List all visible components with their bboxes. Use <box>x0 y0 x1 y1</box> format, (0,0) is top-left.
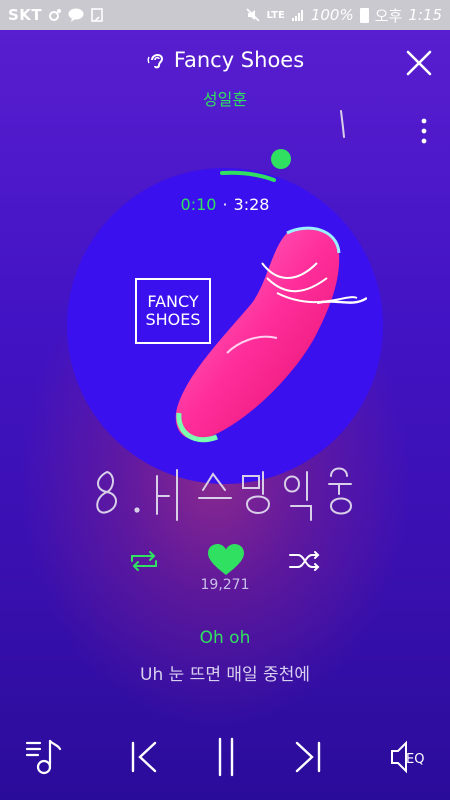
talk-icon <box>68 8 84 22</box>
memo-icon <box>91 8 103 22</box>
playback-options-row <box>0 543 450 579</box>
signal-icon <box>291 10 303 21</box>
repeat-icon[interactable] <box>128 549 160 573</box>
carrier-label: SKT <box>8 6 43 24</box>
artist-name[interactable]: 성일훈 <box>0 86 450 110</box>
close-button[interactable] <box>404 48 434 78</box>
total-time: 3:28 <box>233 195 270 214</box>
song-title-wrap: Fancy Shoes <box>146 48 304 72</box>
notification-icon <box>49 9 62 21</box>
battery-percent: 100% <box>310 6 354 24</box>
like-count: 19,271 <box>200 577 250 593</box>
progress-fill <box>220 170 276 182</box>
time-separator: · <box>222 195 228 214</box>
current-time: 0:10 <box>180 195 217 214</box>
battery-icon <box>359 7 369 23</box>
more-options-icon[interactable] <box>420 118 428 144</box>
next-track-icon[interactable] <box>292 735 324 779</box>
lyric-current-line[interactable]: Oh oh <box>0 628 450 648</box>
progress-handle[interactable] <box>271 149 291 169</box>
shoe-illustration <box>175 226 367 443</box>
title-row: Fancy Shoes <box>0 48 450 75</box>
progress-arc[interactable] <box>200 140 310 190</box>
shuffle-icon[interactable] <box>288 549 322 573</box>
playlist-icon[interactable] <box>24 735 64 779</box>
status-bar-left: SKT <box>8 6 104 24</box>
status-bar-right: LTE 100% 오후 1:15 <box>246 5 442 26</box>
handwritten-mark <box>340 110 345 138</box>
network-label: LTE <box>266 9 285 21</box>
equalizer-icon[interactable]: EQ <box>388 735 432 779</box>
like-heart-icon[interactable] <box>207 543 245 577</box>
status-time: 1:15 <box>408 6 442 24</box>
handwritten-scribble <box>96 467 353 521</box>
album-art: FANCY SHOES <box>67 168 383 484</box>
bottom-control-bar: EQ <box>0 735 450 785</box>
time-display: 0:10 · 3:28 <box>0 195 450 214</box>
mute-icon <box>246 8 261 22</box>
pause-icon[interactable] <box>210 735 242 779</box>
lyric-next-line[interactable]: Uh 눈 뜨면 매일 중천에 <box>0 660 450 685</box>
eq-label: EQ <box>406 752 424 767</box>
previous-track-icon[interactable] <box>128 735 160 779</box>
time-ampm: 오후 <box>374 6 403 25</box>
song-title: Fancy Shoes <box>173 48 305 72</box>
music-ear-icon <box>147 54 163 69</box>
status-bar: SKT LTE 100% 오후 1:15 <box>0 0 450 30</box>
